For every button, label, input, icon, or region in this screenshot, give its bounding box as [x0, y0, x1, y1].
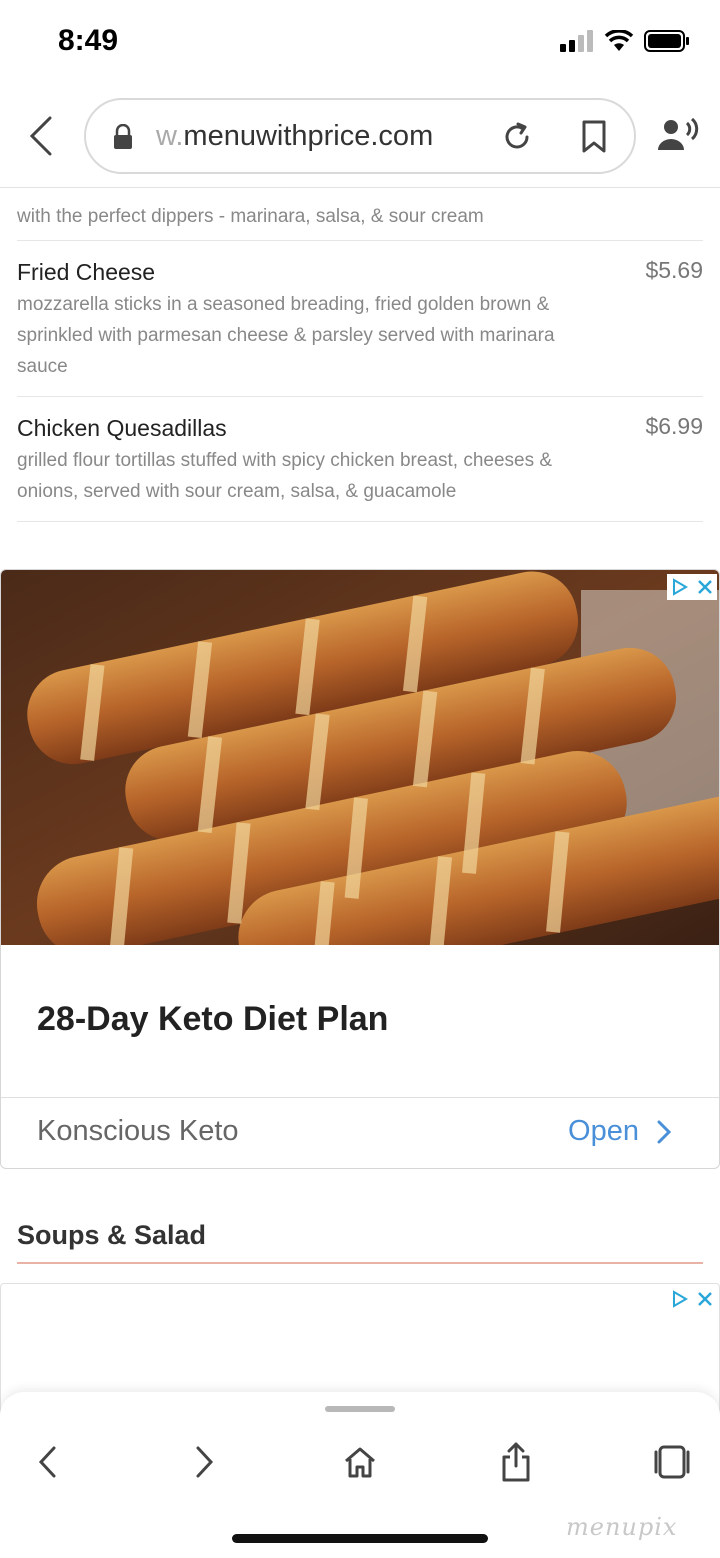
ad-food-image [1, 570, 719, 945]
list-item: with the perfect dippers - marinara, sal… [17, 189, 703, 241]
item-name: Chicken Quesadillas [17, 415, 227, 441]
section-title: Soups & Salad [17, 1220, 207, 1250]
toolbar-share-icon[interactable] [494, 1440, 538, 1484]
item-price: $5.69 [645, 257, 703, 283]
item-price: $6.99 [645, 413, 703, 439]
ad-choices[interactable] [667, 574, 717, 600]
ad-open-button[interactable]: Open [568, 1115, 671, 1148]
watermark: menupix [566, 1513, 678, 1541]
bookmark-icon[interactable] [580, 120, 608, 159]
ad-brand: Konscious Keto [37, 1115, 239, 1147]
ad-divider [1, 1097, 719, 1098]
cellular-signal-icon [560, 30, 593, 52]
adchoices-play-icon[interactable] [671, 1290, 689, 1308]
ad-title[interactable]: 28-Day Keto Diet Plan [37, 1000, 388, 1039]
ad-close-icon[interactable] [697, 1291, 713, 1307]
browser-back-icon[interactable] [26, 114, 56, 158]
toolbar-back-icon[interactable] [26, 1440, 70, 1484]
toolbar-grabber[interactable] [325, 1406, 395, 1412]
chevron-right-icon [657, 1120, 671, 1143]
status-icons [560, 30, 690, 52]
battery-icon [644, 30, 689, 52]
ad-card[interactable]: 28-Day Keto Diet Plan Konscious Keto Ope… [0, 569, 720, 1169]
item-description: with the perfect dippers - marinara, sal… [17, 206, 484, 227]
toolbar-tabs-icon[interactable] [650, 1440, 694, 1484]
ad-open-label: Open [568, 1115, 639, 1147]
url-domain: menuwithprice.com [183, 120, 434, 152]
url-faded: w. [156, 120, 184, 152]
status-time: 8:49 [58, 24, 119, 57]
voice-reader-icon[interactable] [656, 117, 700, 157]
reload-icon[interactable] [500, 120, 534, 159]
item-description: grilled flour tortillas stuffed with spi… [17, 450, 553, 502]
item-name: Fried Cheese [17, 259, 156, 285]
home-indicator[interactable] [232, 1534, 488, 1543]
item-description: mozzarella sticks in a seasoned breading… [17, 294, 555, 377]
ad-choices-2[interactable] [667, 1286, 717, 1312]
toolbar-home-icon[interactable] [338, 1440, 382, 1484]
status-bar: 8:49 [0, 0, 720, 88]
address-field[interactable]: w.menuwithprice.com [84, 98, 636, 174]
menu-list: with the perfect dippers - marinara, sal… [17, 189, 703, 522]
ad-close-icon[interactable] [697, 579, 713, 595]
browser-url-bar: w.menuwithprice.com [0, 88, 720, 188]
list-item: Fried Cheese $5.69 mozzarella sticks in … [17, 241, 703, 397]
list-item: Chicken Quesadillas $6.99 grilled flour … [17, 397, 703, 522]
url-text: w.menuwithprice.com [156, 120, 486, 153]
toolbar-forward-icon[interactable] [182, 1440, 226, 1484]
lock-icon [112, 123, 134, 155]
section-divider [17, 1262, 703, 1264]
wifi-icon [604, 30, 634, 51]
adchoices-play-icon[interactable] [671, 578, 689, 596]
